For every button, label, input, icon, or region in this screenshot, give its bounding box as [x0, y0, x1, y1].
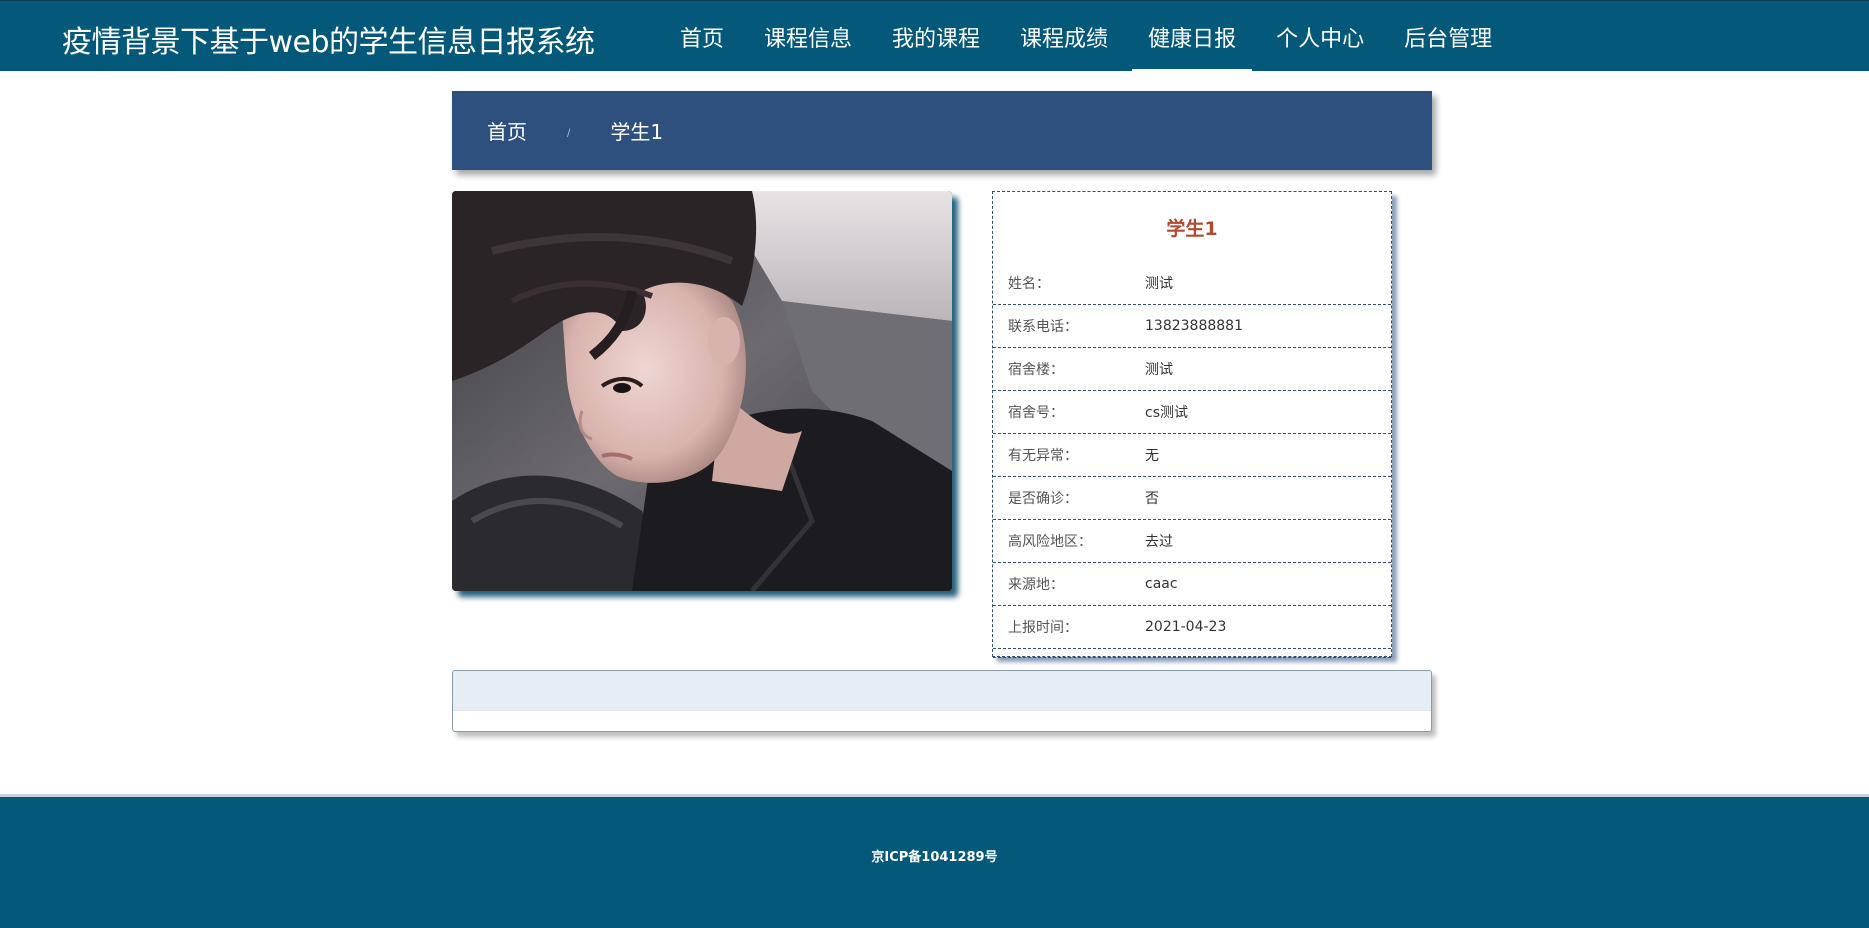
info-label: 是否确诊：: [1008, 491, 1078, 507]
info-row-name: 姓名： 测试: [993, 262, 1391, 305]
info-value: 2021-04-23: [1145, 619, 1227, 635]
nav-item-course-grades[interactable]: 课程成绩: [1004, 1, 1124, 72]
footer: 京ICP备1041289号: [0, 794, 1869, 928]
icp-record[interactable]: 京ICP备1041289号: [871, 846, 997, 928]
info-row-phone: 联系电话： 13823888881: [993, 305, 1391, 348]
student-photo: [452, 191, 952, 591]
info-label: 联系电话：: [1008, 319, 1078, 335]
info-label: 宿舍楼：: [1008, 362, 1064, 378]
info-row-high-risk-area: 高风险地区： 去过: [993, 520, 1391, 563]
info-value: 测试: [1145, 362, 1173, 378]
info-row-dorm-building: 宿舍楼： 测试: [993, 348, 1391, 391]
site-title[interactable]: 疫情背景下基于web的学生信息日报系统: [62, 17, 595, 61]
info-label: 宿舍号：: [1008, 405, 1064, 421]
info-label: 高风险地区：: [1008, 534, 1092, 550]
info-value: 去过: [1145, 534, 1173, 550]
nav-item-admin[interactable]: 后台管理: [1388, 1, 1508, 72]
nav-item-personal-center[interactable]: 个人中心: [1260, 1, 1380, 72]
info-value: caac: [1145, 576, 1178, 592]
info-row-dorm-number: 宿舍号： cs测试: [993, 391, 1391, 434]
breadcrumb-home-link[interactable]: 首页: [487, 116, 527, 145]
detail-panel: [452, 670, 1432, 732]
info-divider: [993, 649, 1391, 658]
info-row-abnormal: 有无异常： 无: [993, 434, 1391, 477]
main-nav: 首页 课程信息 我的课程 课程成绩 健康日报 个人中心 后台管理: [664, 1, 1516, 72]
nav-item-health-report[interactable]: 健康日报: [1132, 1, 1253, 72]
detail-panel-header: [453, 671, 1431, 711]
top-navbar: 疫情背景下基于web的学生信息日报系统 首页 课程信息 我的课程 课程成绩 健康…: [0, 0, 1869, 72]
info-value: 13823888881: [1145, 318, 1243, 334]
info-label: 来源地：: [1008, 577, 1064, 593]
info-value: 测试: [1145, 276, 1173, 292]
nav-item-course-info[interactable]: 课程信息: [748, 1, 868, 72]
info-label: 姓名：: [1008, 276, 1050, 292]
student-info-card: 学生1 姓名： 测试 联系电话： 13823888881 宿舍楼： 测试 宿舍号…: [992, 191, 1392, 658]
info-label: 有无异常：: [1008, 448, 1078, 464]
info-value: cs测试: [1145, 405, 1188, 421]
info-row-origin: 来源地： caac: [993, 563, 1391, 606]
nav-item-my-courses[interactable]: 我的课程: [876, 1, 996, 72]
info-value: 否: [1145, 491, 1159, 507]
breadcrumb-separator: /: [567, 125, 571, 140]
info-row-report-time: 上报时间： 2021-04-23: [993, 606, 1391, 649]
nav-item-home[interactable]: 首页: [664, 1, 740, 72]
breadcrumb: 首页 / 学生1: [452, 91, 1432, 170]
info-row-confirmed: 是否确诊： 否: [993, 477, 1391, 520]
info-label: 上报时间：: [1008, 620, 1078, 636]
info-value: 无: [1145, 448, 1159, 464]
breadcrumb-current: 学生1: [610, 120, 664, 144]
student-name-title: 学生1: [1166, 217, 1218, 240]
